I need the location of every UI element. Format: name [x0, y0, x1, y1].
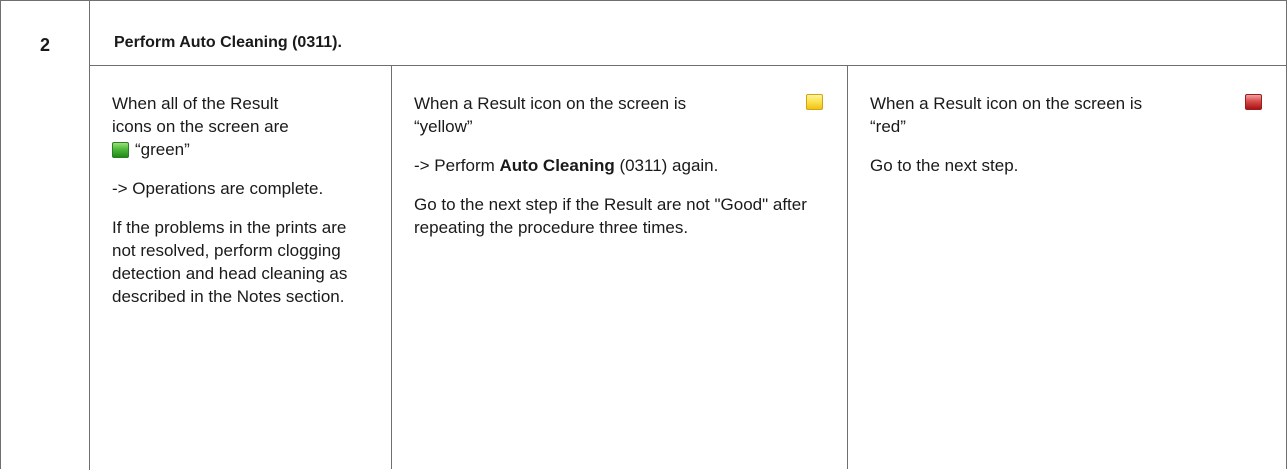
- green-result-icon: [112, 142, 129, 158]
- condition-green-value: “green”: [135, 140, 190, 159]
- step-heading: Perform Auto Cleaning (0311).: [114, 34, 342, 51]
- condition-green-line2: icons on the screen are: [112, 117, 289, 136]
- condition-cell-red: When a Result icon on the screen is “red…: [848, 66, 1286, 469]
- note-green: If the problems in the prints are not re…: [112, 218, 348, 306]
- condition-yellow-value: “yellow”: [414, 117, 473, 136]
- red-result-icon: [1245, 94, 1262, 110]
- note-red: Go to the next step.: [870, 156, 1019, 175]
- action-yellow-suffix: (0311) again.: [614, 156, 719, 175]
- condition-yellow: When a Result icon on the screen is “yel…: [414, 92, 829, 138]
- yellow-result-icon: [806, 94, 823, 110]
- result-green: -> Operations are complete.: [112, 179, 324, 198]
- condition-green: When all of the Result icons on the scre…: [112, 92, 373, 161]
- condition-red-value: “red”: [870, 117, 906, 136]
- procedure-table: 2 Perform Auto Cleaning (0311). When all…: [0, 0, 1287, 470]
- step-number-cell: 2: [1, 1, 90, 470]
- condition-cell-green: When all of the Result icons on the scre…: [90, 66, 392, 469]
- condition-red: When a Result icon on the screen is “red…: [870, 92, 1268, 138]
- action-yellow-prefix: -> Perform: [414, 156, 500, 175]
- step-heading-row: Perform Auto Cleaning (0311).: [90, 1, 1286, 66]
- condition-cell-yellow: When a Result icon on the screen is “yel…: [392, 66, 848, 469]
- action-yellow-bold: Auto Cleaning: [499, 156, 615, 175]
- condition-red-line1: When a Result icon on the screen is: [870, 94, 1143, 113]
- note-yellow: Go to the next step if the Result are no…: [414, 195, 807, 237]
- step-number: 2: [39, 35, 50, 55]
- action-yellow: -> Perform Auto Cleaning (0311) again.: [414, 154, 829, 177]
- condition-green-line1: When all of the Result: [112, 94, 279, 113]
- condition-yellow-line1: When a Result icon on the screen is: [414, 94, 687, 113]
